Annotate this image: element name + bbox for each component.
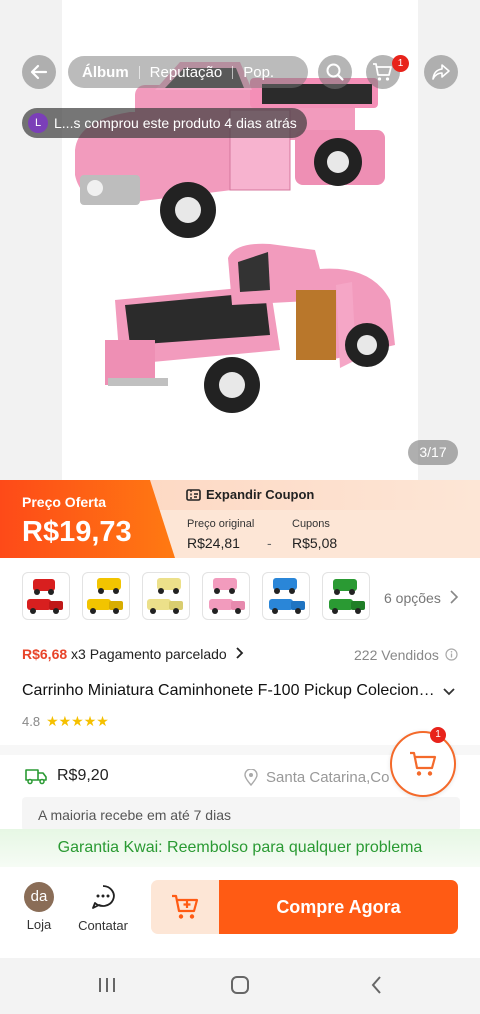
minus-sign: - [267, 535, 272, 551]
installment-text: x3 Pagamento parcelado [71, 646, 227, 662]
recent-purchase-text: L...s comprou este produto 4 dias atrás [54, 115, 297, 131]
delivery-truck-icon [25, 769, 47, 785]
variant-options-link[interactable]: 6 opções [384, 590, 441, 606]
buy-now-button[interactable]: Compre Agora [219, 880, 458, 934]
coupon-icon [186, 488, 201, 501]
variant-green-truck[interactable] [322, 572, 370, 620]
product-page: 3/17 Álbum Reputação Pop. 1 L L...s comp… [0, 0, 480, 1014]
pink-truck-thumbnail [209, 578, 245, 614]
coupons-label: Cupons [292, 518, 330, 530]
back-nav-icon[interactable] [366, 974, 388, 996]
search-icon [326, 63, 344, 81]
tab-separator [232, 65, 234, 79]
original-price-value: R$24,81 [187, 535, 240, 551]
share-button[interactable] [424, 55, 458, 89]
chevron-right-icon [235, 647, 243, 659]
share-icon [432, 64, 450, 80]
back-arrow-icon [30, 64, 48, 80]
guarantee-banner: Garantia Kwai: Reembolso para qualquer p… [0, 829, 480, 867]
recent-apps-icon[interactable] [96, 974, 118, 996]
installment-info[interactable]: R$6,68 x3 Pagamento parcelado [22, 646, 245, 662]
cart-icon [410, 751, 437, 776]
variant-red-truck[interactable] [22, 572, 70, 620]
green-truck-thumbnail [329, 579, 365, 614]
chevron-down-icon[interactable] [441, 684, 457, 700]
cream-truck-thumbnail [147, 578, 183, 614]
yellow-truck-thumbnail [87, 578, 123, 614]
cart-badge: 1 [392, 55, 409, 72]
shipping-price: R$9,20 [57, 767, 109, 784]
tab-pop[interactable]: Pop. [243, 64, 274, 81]
add-to-cart-icon [172, 894, 199, 919]
tab-reputacao[interactable]: Reputação [150, 64, 223, 81]
offer-price-label: Preço Oferta [22, 494, 107, 510]
home-icon[interactable] [229, 974, 251, 996]
variant-yellow-truck[interactable] [82, 572, 130, 620]
floating-cart-button[interactable] [390, 731, 456, 797]
add-to-cart-button[interactable] [151, 880, 219, 934]
offer-price-value: R$19,73 [22, 516, 132, 548]
sold-count-text: 222 Vendidos [354, 647, 439, 663]
installment-amount: R$6,68 [22, 646, 68, 662]
cart-icon [373, 63, 392, 81]
chat-bubble-icon [92, 885, 115, 909]
tab-album[interactable]: Álbum [82, 64, 129, 81]
blue-truck-thumbnail [269, 578, 305, 614]
image-counter: 3/17 [408, 440, 458, 465]
delivery-estimate: A maioria recebe em até 7 dias [22, 797, 460, 831]
rating-stars: ★★★★★ [46, 713, 109, 729]
chevron-right-icon[interactable] [448, 589, 460, 605]
buyer-avatar: L [28, 113, 48, 133]
location-pin-icon [244, 769, 258, 786]
back-button[interactable] [22, 55, 56, 89]
sold-count: 222 Vendidos [354, 647, 458, 663]
truck-rear-view [105, 243, 395, 413]
bottom-action-bar: da Loja Contatar Compre Agora [0, 868, 480, 958]
contact-label: Contatar [78, 918, 128, 933]
shop-button[interactable]: da Loja [22, 882, 56, 932]
variant-pink-truck[interactable] [202, 572, 250, 620]
variant-thumbnails [22, 572, 382, 624]
search-button[interactable] [318, 55, 352, 89]
shop-label: Loja [26, 917, 52, 932]
coupons-value: R$5,08 [292, 535, 338, 551]
price-banner: Preço Oferta R$19,73 Expandir Coupon Pre… [0, 480, 480, 558]
ship-from-location: Santa Catarina,Co [266, 769, 390, 786]
gallery-tabs: Álbum Reputação Pop. [68, 56, 308, 88]
expand-coupon-button[interactable]: Expandir Coupon [186, 487, 314, 502]
product-title: Carrinho Miniatura Caminhonete F-100 Pic… [22, 682, 442, 699]
tab-separator [138, 65, 140, 79]
original-price-label: Preço original [187, 518, 255, 530]
floating-cart-badge: 1 [430, 727, 446, 743]
red-truck-thumbnail [27, 579, 63, 614]
product-rating[interactable]: 4.8 ★★★★★ [22, 713, 109, 730]
contact-button[interactable]: Contatar [74, 884, 132, 933]
rating-value: 4.8 [22, 714, 41, 729]
variant-blue-truck[interactable] [262, 572, 310, 620]
info-icon[interactable] [445, 648, 458, 661]
expand-coupon-label: Expandir Coupon [206, 487, 315, 502]
system-navigation-bar [0, 958, 480, 1014]
variant-cream-truck[interactable] [142, 572, 190, 620]
shop-avatar: da [24, 882, 54, 912]
recent-purchase-notice: L L...s comprou este produto 4 dias atrá… [22, 108, 307, 138]
